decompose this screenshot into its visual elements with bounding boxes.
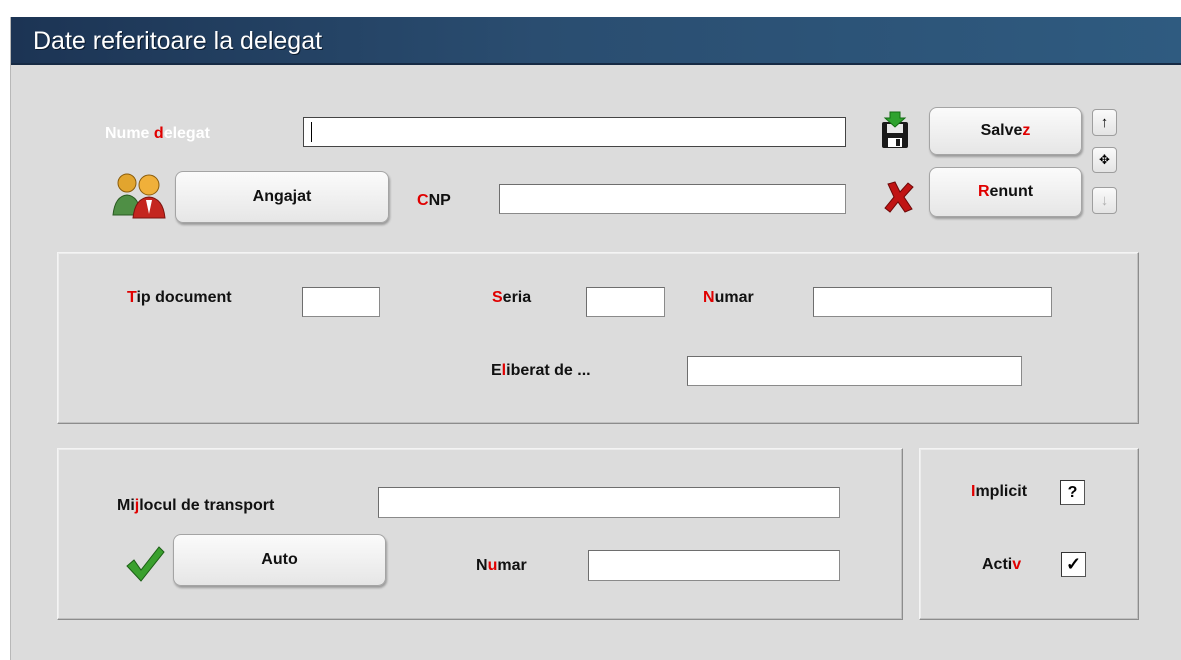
implicit-checkbox[interactable]: ? — [1060, 480, 1085, 505]
auto-button-label: Auto — [261, 551, 298, 568]
cnp-input[interactable] — [499, 184, 846, 214]
activ-label: Activ — [982, 556, 1021, 574]
cancel-button[interactable]: Renunt — [929, 167, 1082, 217]
red-x-icon — [883, 180, 915, 214]
tip-document-label: Tip document — [127, 289, 232, 307]
seria-input[interactable] — [586, 287, 665, 317]
eliberat-text-rest: iberat de ... — [506, 362, 591, 379]
save-button-label: Salve — [980, 122, 1023, 139]
cnp-label-hotkey: C — [417, 192, 429, 209]
name-label: Nume delegat — [105, 125, 210, 143]
text-caret — [311, 122, 312, 142]
save-disk-icon — [877, 110, 913, 150]
activ-hotkey: v — [1012, 556, 1022, 573]
doc-numar-input[interactable] — [813, 287, 1052, 317]
flags-panel: Implicit ? Activ ✓ — [919, 448, 1139, 620]
move-cross-icon: ✥ — [1099, 152, 1110, 167]
name-label-text-rest: elegat — [163, 125, 210, 142]
doc-numar-label: Numar — [703, 289, 754, 307]
angajat-button-label: Angajat — [252, 188, 312, 205]
activ-text: Acti — [982, 556, 1013, 573]
name-input[interactable] — [303, 117, 846, 147]
people-icon — [109, 170, 173, 220]
move-button[interactable]: ✥ — [1092, 147, 1117, 173]
cnp-label-text: NP — [428, 192, 451, 209]
transport-numar-text-rest: mar — [497, 557, 527, 574]
green-check-icon — [124, 544, 166, 584]
seria-text: eria — [502, 289, 532, 306]
arrow-up-icon: ↑ — [1100, 114, 1109, 131]
cancel-button-label: enunt — [989, 183, 1034, 200]
eliberat-label: Eliberat de ... — [491, 362, 591, 380]
activ-checkmark-icon: ✓ — [1065, 554, 1082, 574]
name-label-text: Nume — [105, 125, 154, 142]
implicit-state: ? — [1067, 483, 1078, 501]
auto-button[interactable]: Auto — [173, 534, 386, 586]
save-button[interactable]: Salve z — [929, 107, 1082, 155]
seria-hotkey: S — [492, 289, 503, 306]
doc-numar-text: umar — [714, 289, 754, 306]
transport-numar-input[interactable] — [588, 550, 840, 581]
implicit-label: Implicit — [971, 483, 1027, 501]
cancel-button-hotkey: R — [977, 183, 990, 200]
angajat-button[interactable]: Angajat — [175, 171, 389, 223]
eliberat-text: E — [491, 362, 502, 379]
mijloc-transport-label: Mijlocul de transport — [117, 497, 274, 515]
transport-numar-hotkey: u — [487, 557, 498, 574]
tip-document-input[interactable] — [302, 287, 380, 317]
transport-numar-label: Numar — [476, 557, 527, 575]
name-label-hotkey: d — [153, 125, 164, 142]
move-down-button[interactable]: ↓ — [1092, 187, 1117, 214]
mijloc-text-rest: locul de transport — [139, 497, 275, 514]
transport-numar-text: N — [476, 557, 488, 574]
doc-numar-hotkey: N — [703, 289, 715, 306]
document-panel: Tip document Seria Numar Eliberat de ... — [57, 252, 1139, 424]
eliberat-input[interactable] — [687, 356, 1022, 386]
save-button-hotkey: z — [1022, 122, 1031, 139]
move-up-button[interactable]: ↑ — [1092, 109, 1117, 136]
tip-document-text: ip document — [136, 289, 232, 306]
implicit-text: mplicit — [975, 483, 1028, 500]
window-title: Date referitoare la delegat — [33, 27, 323, 55]
arrow-down-icon: ↓ — [1100, 192, 1109, 209]
mijloc-transport-input[interactable] — [378, 487, 840, 518]
activ-checkbox[interactable]: ✓ — [1061, 552, 1086, 577]
cnp-label: CNP — [417, 192, 451, 210]
seria-label: Seria — [492, 289, 531, 307]
transport-panel: Mijlocul de transport Auto Numar — [57, 448, 903, 620]
dialog-window: Date referitoare la delegat Nume delegat… — [10, 17, 1181, 660]
title-bar: Date referitoare la delegat — [11, 17, 1181, 65]
mijloc-text: Mi — [117, 497, 135, 514]
